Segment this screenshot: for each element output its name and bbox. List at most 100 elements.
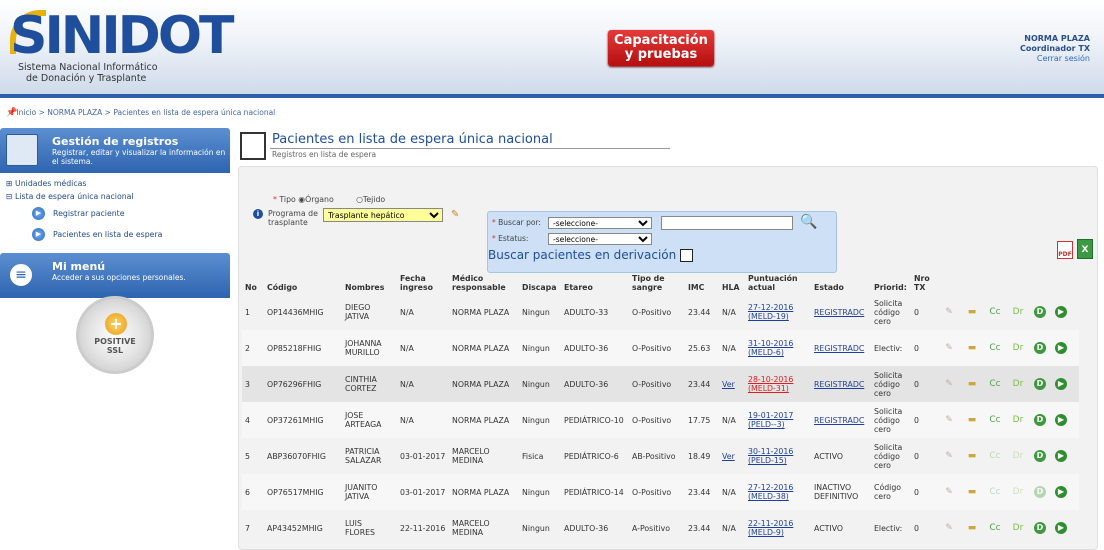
edit-icon[interactable]: ✎ [942, 306, 956, 318]
buscar-por-select[interactable]: -seleccione- [548, 217, 652, 229]
folder-icon[interactable]: ▬ [965, 378, 979, 390]
pdf-export-icon[interactable]: PDF [1057, 241, 1073, 259]
puntuacion-link[interactable]: 31-10-2016 (MELD-6) [748, 339, 793, 357]
derivar-icon[interactable]: D [1034, 414, 1046, 426]
table-cell: 7 [245, 523, 250, 533]
derivar-icon[interactable]: D [1034, 450, 1046, 462]
column-header: Código [267, 283, 298, 292]
dr-icon[interactable]: Dr [1011, 378, 1025, 390]
folder-icon[interactable]: ▬ [965, 342, 979, 354]
estatus-select[interactable]: -seleccione- [548, 233, 652, 245]
derivar-icon[interactable]: D [1034, 522, 1046, 534]
puntuacion-link[interactable]: 27-12-2016 (MELD-38) [748, 483, 793, 501]
go-icon[interactable]: ▶ [1055, 486, 1067, 498]
puntuacion-link[interactable]: 30-11-2016 (PELD-15) [748, 447, 793, 465]
puntuacion-link[interactable]: 22-11-2016 (MELD-9) [748, 519, 793, 537]
puntuacion-link[interactable]: 19-01-2017 (PELD--3) [748, 411, 793, 429]
folder-icon[interactable]: ▬ [965, 522, 979, 534]
sidebar-item-pacientes-lista[interactable]: ▶ Pacientes en lista de espera [6, 224, 224, 245]
column-header: IMC [688, 283, 705, 292]
tipo-selector: * Tipo ◉Órgano ○Tejido [273, 195, 386, 204]
column-header: Priorid: [874, 283, 907, 292]
go-icon[interactable]: ▶ [1055, 306, 1067, 318]
ccg-icon[interactable]: Cc [988, 522, 1002, 534]
excel-export-icon[interactable]: X [1077, 239, 1093, 259]
ccg-icon[interactable]: Cc [988, 378, 1002, 390]
derivacion-checkbox[interactable] [680, 249, 694, 262]
folder-icon[interactable]: ▬ [965, 414, 979, 426]
radio-tejido[interactable]: ○ [356, 195, 363, 204]
table-cell: 3 [242, 366, 264, 402]
table-row[interactable]: 4 OP37261MHIG JOSE ARTEAGA N/A NORMA PLAZA Ni… [242, 402, 1079, 438]
search-icon[interactable]: 🔍 [800, 214, 817, 230]
tree-lista-espera[interactable]: ⊟ Lista de espera única nacional [6, 190, 224, 203]
ccg-icon[interactable]: Cc [988, 306, 1002, 318]
edit-icon[interactable]: ✎ [942, 378, 956, 390]
table-cell: 03-01-2017 [400, 451, 446, 461]
sinidot-logo[interactable]: SINIDOT Sistema Nacional Informático de … [8, 6, 235, 88]
estado-link[interactable]: REGISTRADC [814, 344, 864, 353]
table-cell: O-Positivo [632, 307, 672, 317]
edit-icon[interactable]: ✎ [942, 414, 956, 426]
table-cell: O-Positivo [629, 330, 685, 366]
column-header: HLA [722, 283, 740, 292]
logout-link[interactable]: Cerrar sesión [1020, 54, 1090, 64]
info-icon[interactable]: i [253, 209, 263, 219]
edit-icon[interactable]: ✎ [942, 342, 956, 354]
dr-icon[interactable]: Dr [1011, 522, 1025, 534]
edit-icon[interactable]: ✎ [942, 486, 956, 498]
derivar-icon[interactable]: D [1034, 378, 1046, 390]
ccg-icon[interactable]: Cc [988, 342, 1002, 354]
table-row[interactable]: 5 ABP36070FHIG PATRICIA SALAZAR 03-01-2017 M… [242, 438, 1079, 474]
pencil-icon[interactable]: ✎ [451, 209, 459, 220]
ccg-icon[interactable]: Cc [988, 486, 1002, 498]
table-cell: 25.63 [685, 330, 719, 366]
panel-gestion-registros[interactable]: Gestión de registros Registrar, editar y… [0, 128, 230, 173]
folder-icon[interactable]: ▬ [965, 450, 979, 462]
table-row[interactable]: 1 OP14436MHIG DIEGO JATIVA N/A NORMA PLAZA Ni… [242, 294, 1079, 330]
puntuacion-link[interactable]: 27-12-2016 (MELD-19) [748, 303, 793, 321]
hla-link[interactable]: Ver [722, 452, 735, 461]
table-cell: NORMA PLAZA [449, 330, 519, 366]
go-icon[interactable]: ▶ [1055, 450, 1067, 462]
programa-select[interactable]: Trasplante hepático [323, 208, 443, 222]
estado-link[interactable]: REGISTRADC [814, 308, 864, 317]
dr-icon[interactable]: Dr [1011, 450, 1025, 462]
dr-icon[interactable]: Dr [1011, 486, 1025, 498]
table-cell: O-Positivo [629, 474, 685, 510]
table-cell: AP43452MHIG [267, 523, 323, 533]
table-row[interactable]: 7 AP43452MHIG LUIS FLORES 22-11-2016 MARCELO… [242, 510, 1079, 546]
panel-mi-menu[interactable]: ≡ Mi menú Acceder a sus opciones persona… [0, 253, 230, 298]
puntuacion-link[interactable]: 28-10-2016 (MELD-31) [748, 375, 793, 393]
dr-icon[interactable]: Dr [1011, 306, 1025, 318]
table-row[interactable]: 3 OP76296FHIG CINTHIA CORTEZ N/A NORMA PLAZA… [242, 366, 1079, 402]
derivar-icon[interactable]: D [1034, 306, 1046, 318]
table-cell: OP76296FHIG [264, 366, 342, 402]
search-input[interactable] [661, 216, 793, 230]
pin-icon[interactable]: 📌 [6, 108, 17, 118]
sidebar-item-registrar-paciente[interactable]: ▶ Registrar paciente [6, 203, 224, 224]
go-icon[interactable]: ▶ [1055, 414, 1067, 426]
table-row[interactable]: 2 OP85218FHIG JOHANNA MURILLO N/A NORMA PLAZ… [242, 330, 1079, 366]
go-icon[interactable]: ▶ [1055, 522, 1067, 534]
derivar-icon[interactable]: D [1034, 486, 1046, 498]
edit-icon[interactable]: ✎ [942, 450, 956, 462]
estado-link[interactable]: REGISTRADC [814, 416, 864, 425]
breadcrumb-text[interactable]: Inicio > NORMA PLAZA > Pacientes en list… [16, 108, 275, 117]
edit-icon[interactable]: ✎ [942, 522, 956, 534]
folder-icon[interactable]: ▬ [965, 486, 979, 498]
table-row[interactable]: 6 OP76517MHIG JUANITO JATIVA 03-01-2017 NORM… [242, 474, 1079, 510]
go-icon[interactable]: ▶ [1055, 378, 1067, 390]
column-header: Etareo [564, 283, 593, 292]
folder-icon[interactable]: ▬ [965, 306, 979, 318]
ccg-icon[interactable]: Cc [988, 450, 1002, 462]
dr-icon[interactable]: Dr [1011, 342, 1025, 354]
hla-link[interactable]: Ver [722, 380, 735, 389]
dr-icon[interactable]: Dr [1011, 414, 1025, 426]
go-icon[interactable]: ▶ [1055, 342, 1067, 354]
ccg-icon[interactable]: Cc [988, 414, 1002, 426]
tree-unidades-medicas[interactable]: ⊞ Unidades médicas [6, 177, 224, 190]
derivar-icon[interactable]: D [1034, 342, 1046, 354]
table-cell: 19-01-2017 (PELD--3) [745, 402, 811, 438]
estado-link[interactable]: REGISTRADC [814, 380, 864, 389]
